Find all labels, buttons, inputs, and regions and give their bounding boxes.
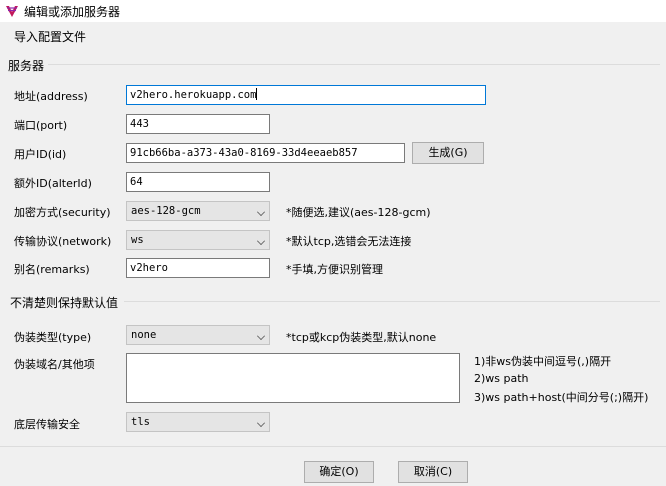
port-label: 端口(port) (14, 119, 68, 132)
security-hint: *随便选,建议(aes-128-gcm) (286, 206, 431, 219)
chevron-down-icon (257, 419, 265, 427)
type-select[interactable]: none (126, 325, 270, 345)
chevron-down-icon (257, 332, 265, 340)
tls-label: 底层传输安全 (14, 418, 80, 431)
address-label: 地址(address) (14, 90, 88, 103)
title-bar: 编辑或添加服务器 (0, 0, 666, 22)
footer-divider (0, 446, 666, 447)
remarks-label: 别名(remarks) (14, 263, 90, 276)
alter-id-input[interactable]: 64 (126, 172, 270, 192)
tls-select-value: tls (131, 416, 150, 428)
security-select-value: aes-128-gcm (131, 205, 201, 217)
type-select-value: none (131, 329, 157, 341)
server-section-title: 服务器 (8, 59, 45, 73)
chevron-down-icon (257, 208, 265, 216)
default-section-divider (124, 301, 660, 302)
host-hint-3: 3)ws path+host(中间分号(;)隔开) (474, 391, 649, 404)
type-label: 伪装类型(type) (14, 331, 92, 344)
window-title: 编辑或添加服务器 (24, 5, 121, 19)
alter-id-label: 额外ID(alterId) (14, 177, 92, 190)
chevron-down-icon (257, 237, 265, 245)
generate-id-button[interactable]: 生成(G) (412, 142, 484, 164)
network-select-value: ws (131, 234, 144, 246)
remarks-input[interactable]: v2hero (126, 258, 270, 278)
cancel-button[interactable]: 取消(C) (398, 461, 468, 483)
type-hint: *tcp或kcp伪装类型,默认none (286, 331, 437, 344)
tls-select[interactable]: tls (126, 412, 270, 432)
security-label: 加密方式(security) (14, 206, 111, 219)
user-id-input[interactable]: 91cb66ba-a373-43a0-8169-33d4eeaeb857 (126, 143, 405, 163)
host-hint-1: 1)非ws伪装中间逗号(,)隔开 (474, 355, 612, 368)
network-hint: *默认tcp,选错会无法连接 (286, 235, 412, 248)
host-textarea[interactable] (126, 353, 460, 403)
server-section-divider (48, 64, 660, 65)
default-section-title: 不清楚则保持默认值 (10, 296, 119, 310)
app-logo-icon (4, 3, 20, 19)
menu-bar: 导入配置文件 (0, 22, 666, 48)
address-input[interactable]: v2hero.herokuapp.com (126, 85, 486, 105)
security-select[interactable]: aes-128-gcm (126, 201, 270, 221)
host-hint-2: 2)ws path (474, 372, 529, 385)
text-caret (256, 88, 258, 100)
user-id-label: 用户ID(id) (14, 148, 67, 161)
network-select[interactable]: ws (126, 230, 270, 250)
network-label: 传输协议(network) (14, 235, 112, 248)
menu-import-config[interactable]: 导入配置文件 (14, 28, 86, 45)
port-input[interactable]: 443 (126, 114, 270, 134)
ok-button[interactable]: 确定(O) (304, 461, 374, 483)
host-label: 伪装域名/其他项 (14, 358, 95, 371)
remarks-hint: *手填,方便识别管理 (286, 263, 383, 276)
